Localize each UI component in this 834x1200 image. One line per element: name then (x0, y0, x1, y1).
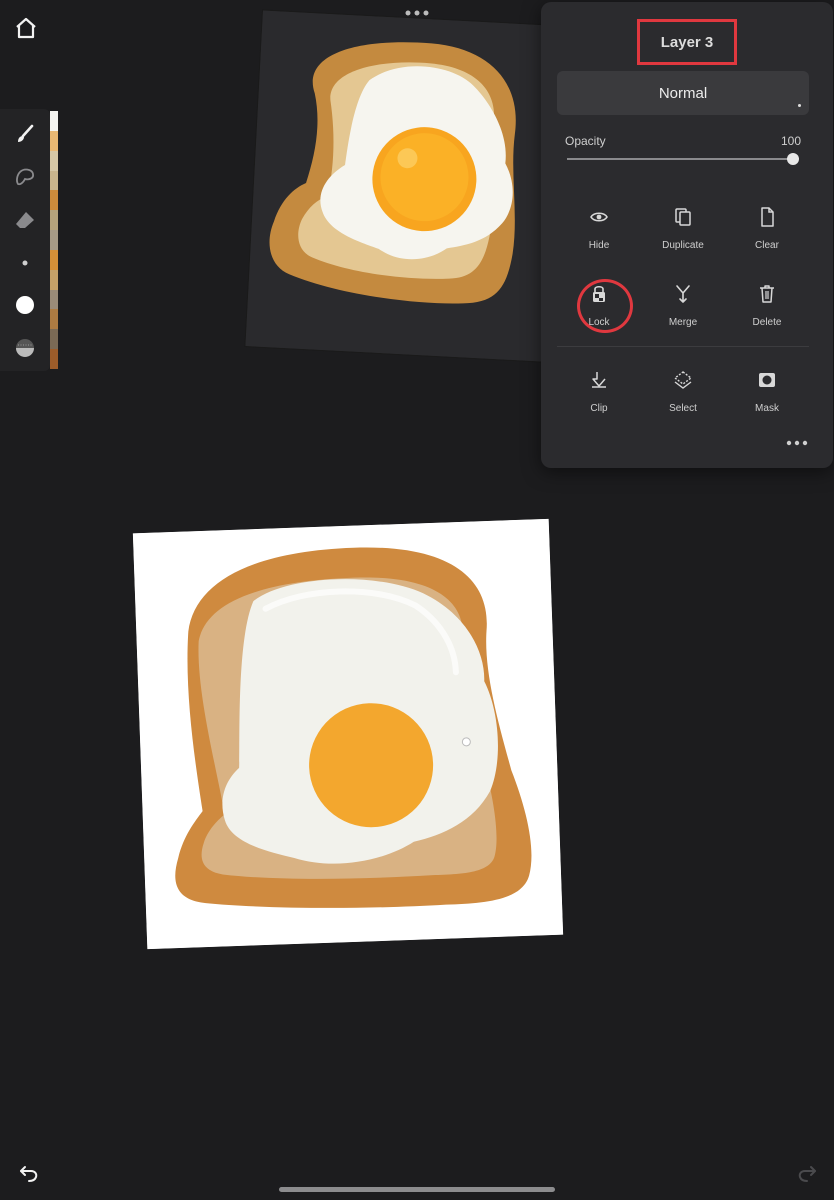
mask-icon (759, 373, 775, 387)
hide-label: Hide (588, 240, 610, 251)
hide-button[interactable]: Hide (557, 204, 641, 264)
color-swatch[interactable] (50, 170, 58, 191)
blend-mode-button[interactable]: Normal (557, 71, 809, 115)
clear-button[interactable]: Clear (725, 204, 809, 264)
eraser-icon[interactable] (10, 205, 40, 235)
clear-icon (761, 207, 774, 227)
opacity-value: 100 (780, 134, 801, 148)
lock-label: Lock (588, 317, 610, 328)
clip-icon (592, 372, 606, 388)
reference-photo (245, 10, 559, 362)
color-swatch[interactable] (50, 269, 58, 290)
brush-icon[interactable] (10, 119, 40, 149)
duplicate-button[interactable]: Duplicate (641, 204, 725, 264)
select-label: Select (669, 403, 697, 414)
lock-icon (593, 285, 605, 302)
home-icon (16, 17, 36, 39)
panel-more-icon[interactable] (786, 434, 808, 446)
redo-icon (798, 1166, 816, 1182)
color-swatch[interactable] (50, 111, 58, 131)
duplicate-icon (675, 208, 691, 226)
opacity-label: Opacity (565, 134, 606, 148)
undo-button[interactable] (18, 1162, 40, 1184)
opacity-dither-icon[interactable] (10, 333, 40, 363)
clip-label: Clip (590, 403, 608, 414)
brush-size-icon[interactable] (10, 248, 40, 278)
color-swatch[interactable] (50, 249, 58, 270)
select-icon (673, 371, 693, 389)
color-swatch[interactable] (50, 289, 58, 310)
opacity-slider-thumb[interactable] (787, 153, 799, 165)
color-swatch[interactable] (50, 349, 58, 369)
opacity-slider-track[interactable] (567, 158, 793, 160)
mask-button[interactable]: Mask (725, 367, 809, 427)
color-icon[interactable] (10, 290, 40, 320)
layer-options-panel: Layer 3 Normal Opacity 100 Hide Duplicat… (541, 2, 833, 468)
undo-icon (20, 1166, 38, 1182)
clear-label: Clear (755, 240, 779, 251)
lasso-icon[interactable] (10, 162, 40, 192)
mask-label: Mask (755, 403, 779, 414)
merge-icon (676, 285, 690, 303)
home-indicator-bar (279, 1187, 555, 1192)
redo-button[interactable] (796, 1162, 818, 1184)
duplicate-label: Duplicate (662, 240, 704, 251)
top-more-icon[interactable] (404, 6, 430, 18)
color-swatch[interactable] (50, 309, 58, 330)
lock-button[interactable]: Lock (557, 281, 641, 341)
trash-icon (760, 285, 774, 303)
select-button[interactable]: Select (641, 367, 725, 427)
blend-mode-label: Normal (658, 84, 708, 102)
layer-name-title[interactable]: Layer 3 (637, 19, 737, 65)
color-swatch[interactable] (50, 230, 58, 250)
tool-sidebar (0, 109, 50, 371)
color-swatch[interactable] (50, 150, 58, 171)
eye-icon (590, 212, 608, 222)
panel-divider (557, 346, 809, 347)
color-swatch[interactable] (50, 190, 58, 211)
merge-button[interactable]: Merge (641, 281, 725, 341)
delete-button[interactable]: Delete (725, 281, 809, 341)
home-button[interactable] (12, 14, 40, 42)
blend-indicator-dot (798, 104, 801, 107)
merge-label: Merge (668, 317, 698, 328)
color-swatch[interactable] (50, 130, 58, 151)
clip-button[interactable]: Clip (557, 367, 641, 427)
color-swatch[interactable] (50, 329, 58, 350)
delete-label: Delete (752, 317, 782, 328)
color-swatch-strip[interactable] (50, 111, 58, 369)
color-swatch[interactable] (50, 210, 58, 231)
drawing-canvas[interactable] (132, 518, 564, 950)
